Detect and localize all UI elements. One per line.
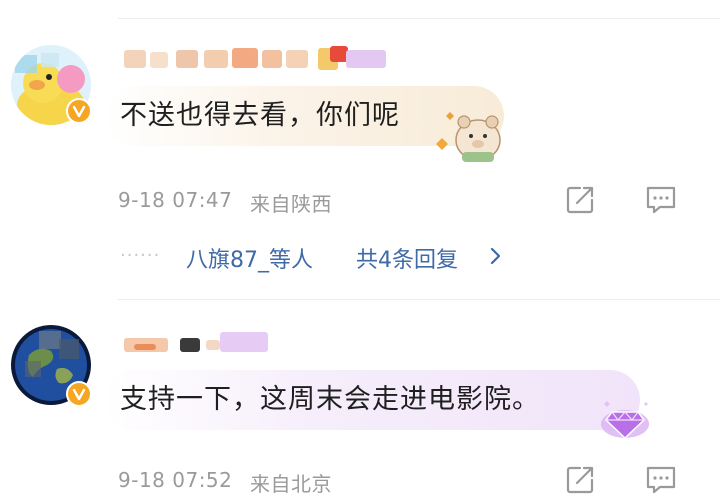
comment-location: 来自北京: [250, 472, 332, 496]
dots-decoration: ······: [120, 245, 161, 266]
verified-badge-icon: [66, 98, 92, 124]
bear-decoration-icon: [436, 112, 501, 162]
reply-count[interactable]: 共4条回复: [356, 242, 458, 274]
chevron-right-icon[interactable]: [488, 246, 502, 266]
diamond-icon: [601, 401, 649, 440]
comment-text: 支持一下，这周末会走进电影院。: [120, 384, 540, 415]
username-redacted[interactable]: [120, 44, 400, 72]
divider: [118, 299, 720, 300]
divider: [118, 18, 720, 19]
comment-icon[interactable]: [644, 463, 678, 497]
reply-users[interactable]: 八旗87_等人: [186, 242, 313, 274]
share-icon[interactable]: [563, 183, 597, 217]
verified-badge-icon: [66, 381, 92, 407]
comment-icon[interactable]: [644, 183, 678, 217]
share-icon[interactable]: [563, 463, 597, 497]
comment-text: 不送也得去看，你们呢: [120, 100, 400, 131]
comment-time: 9-18 07:52: [118, 468, 233, 492]
username-redacted[interactable]: [120, 328, 280, 356]
comment-location: 来自陕西: [250, 192, 332, 216]
comment-time: 9-18 07:47: [118, 188, 233, 212]
